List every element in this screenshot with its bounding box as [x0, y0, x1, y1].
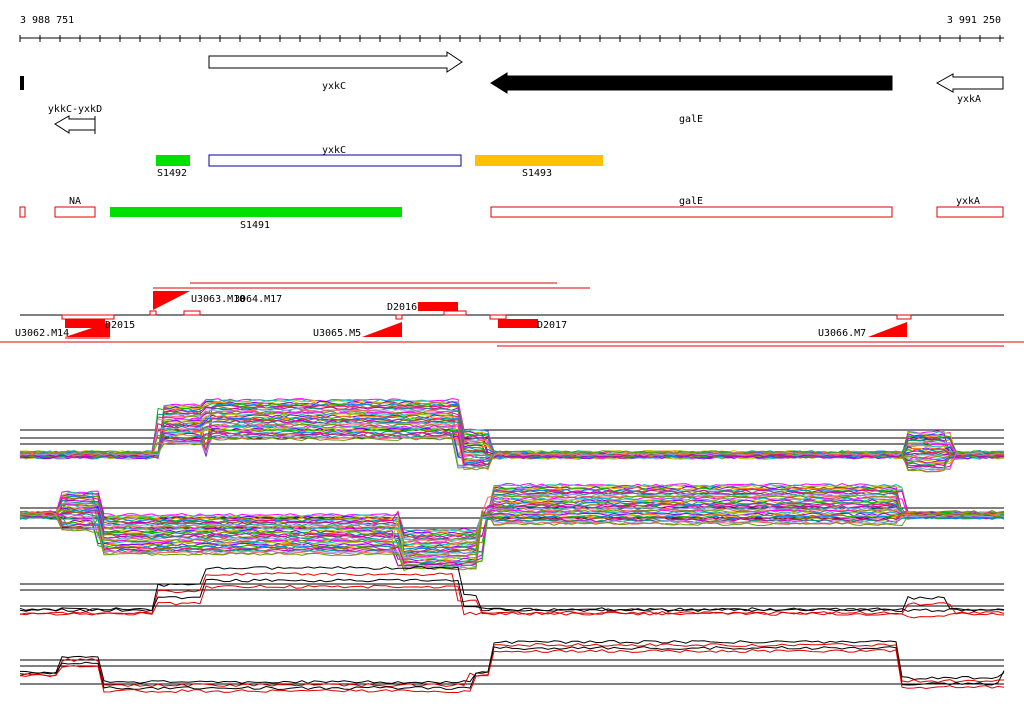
expression-trace: [19, 412, 1005, 459]
feature-track: U3062.M14 D2015 U3063.M10 3064.M17 D2016…: [0, 282, 1024, 347]
ruler-start-label: 3 988 751: [20, 15, 74, 26]
feature-marker: [443, 310, 467, 316]
feature-marker: [489, 314, 507, 320]
feature-label-D2015: D2015: [105, 320, 135, 331]
expression-trace: [19, 429, 1005, 466]
segment-left-stub[interactable]: [19, 206, 26, 218]
gene-fragment-left[interactable]: [20, 76, 24, 90]
gene-label-yxkC: yxkC: [322, 81, 346, 92]
gene-label-yxkA: yxkA: [957, 94, 981, 105]
expression-trace: [19, 642, 1004, 687]
gene-arrow-ykkC-yxkD[interactable]: [54, 115, 96, 134]
promoter-triangle[interactable]: [868, 322, 907, 337]
feature-label-D2017: D2017: [537, 320, 567, 331]
terminator-D2015[interactable]: [65, 319, 105, 328]
segment-label-NA: NA: [69, 196, 81, 207]
expression-trace: [19, 645, 1005, 691]
expression-trace: [19, 572, 1005, 616]
promoter-triangle[interactable]: [153, 291, 190, 310]
expression-trace: [19, 639, 1005, 684]
segment-label-S1492: S1492: [157, 168, 187, 179]
segment-S1491[interactable]: [110, 207, 402, 217]
segment-label-galE: galE: [679, 196, 703, 207]
segment-S1492[interactable]: [156, 155, 190, 166]
terminator-D2017[interactable]: [498, 319, 538, 328]
promoter-triangle[interactable]: [362, 322, 402, 337]
segment-track-2: NA S1491 galE yxkA: [19, 196, 1004, 231]
expression-panel-3: [19, 566, 1005, 619]
feature-marker: [61, 314, 115, 320]
genome-browser: 3 988 751 3 991 250 yxkC galE yxkA ykkC-…: [0, 15, 1024, 694]
gene-arrow-galE[interactable]: [490, 72, 893, 94]
feature-marker: [149, 310, 157, 316]
ruler-end-label: 3 991 250: [947, 15, 1001, 26]
gene-arrow-yxkC[interactable]: [208, 51, 463, 73]
gene-label-galE: galE: [679, 114, 703, 125]
gene-track: yxkC galE yxkA ykkC-yxkD: [20, 51, 1004, 134]
segment-yxkC[interactable]: [208, 154, 462, 167]
feature-marker: [395, 314, 403, 320]
feature-label-D2016: D2016: [387, 302, 417, 313]
gene-arrow-yxkA[interactable]: [935, 73, 1004, 93]
segment-NA[interactable]: [54, 206, 96, 218]
expression-panel-2: [19, 482, 1005, 572]
expression-panel-1: [19, 398, 1005, 473]
coordinate-ruler: 3 988 751 3 991 250: [19, 15, 1004, 42]
expression-trace: [19, 566, 1005, 613]
segment-label-S1493: S1493: [522, 168, 552, 179]
segment-label-S1491: S1491: [240, 220, 270, 231]
feature-label-U3066.M7: U3066.M7: [818, 328, 866, 339]
feature-marker: [896, 314, 912, 320]
feature-label-3064.M17: 3064.M17: [234, 294, 282, 305]
expression-panel-4: [19, 639, 1005, 694]
segment-label-yxkA: yxkA: [956, 196, 980, 207]
feature-marker: [183, 310, 201, 316]
segment-track-1: S1492 yxkC S1493: [156, 145, 603, 179]
gene-label-ykkC-yxkD: ykkC-yxkD: [48, 104, 102, 115]
expression-trace: [19, 430, 1005, 467]
segment-label-yxkC: yxkC: [322, 145, 346, 156]
segment-yxkA[interactable]: [936, 206, 1004, 218]
feature-label-U3065.M5: U3065.M5: [313, 328, 361, 339]
segment-S1493[interactable]: [475, 155, 603, 166]
terminator-D2016[interactable]: [418, 302, 458, 311]
feature-label-U3062.M14: U3062.M14: [15, 328, 69, 339]
segment-galE[interactable]: [490, 206, 893, 218]
expression-trace: [19, 407, 1005, 455]
